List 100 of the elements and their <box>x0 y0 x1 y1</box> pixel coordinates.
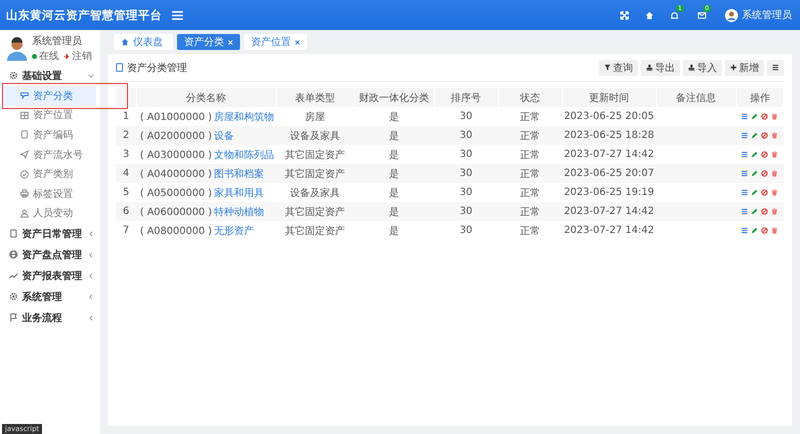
gear-icon <box>9 71 18 80</box>
category-code: ( A08000000 ) <box>140 226 212 236</box>
disable-icon[interactable] <box>761 170 768 177</box>
disable-icon[interactable] <box>761 226 768 234</box>
table-cell: 正常 <box>498 221 562 240</box>
trash-icon[interactable] <box>771 170 778 177</box>
menu-group[interactable]: 业务流程 <box>0 307 100 328</box>
table-cell: 30 <box>434 164 498 183</box>
logout-link[interactable]: 注销 <box>72 49 92 63</box>
pencil-icon[interactable] <box>751 132 758 139</box>
avatar-icon[interactable] <box>725 8 738 22</box>
list-icon[interactable] <box>741 132 748 139</box>
menu-group[interactable]: 资产盘点管理 <box>0 244 100 266</box>
column-header: 操作 <box>736 88 784 107</box>
category-link[interactable]: 设备 <box>214 130 234 142</box>
table-cell: 正常 <box>498 183 562 202</box>
category-link[interactable]: 文物和陈列品 <box>214 150 274 160</box>
toolbar-button[interactable]: 导出 <box>641 60 680 76</box>
table-cell: 是 <box>354 145 434 164</box>
category-link[interactable]: 房屋和构筑物 <box>214 112 274 122</box>
pencil-icon[interactable] <box>751 170 758 177</box>
category-link[interactable]: 无形资产 <box>214 226 254 236</box>
table-cell: 2023-07-27 14:42 <box>562 145 656 164</box>
pencil-icon[interactable] <box>751 208 758 215</box>
chevron-left-icon <box>88 230 94 237</box>
table-cell: 30 <box>434 183 498 202</box>
list-icon[interactable] <box>741 226 748 234</box>
menu-item[interactable]: 资产编码 <box>4 125 96 145</box>
list-icon[interactable] <box>741 188 748 196</box>
column-header: 排序号 <box>434 88 498 107</box>
trash-icon[interactable] <box>771 150 778 158</box>
menu-item[interactable]: 人员变动 <box>4 204 96 224</box>
menu-item[interactable]: 资产位置 <box>4 106 96 126</box>
category-code: ( A03000000 ) <box>140 150 212 160</box>
fullscreen-icon[interactable] <box>620 10 629 20</box>
row-number: 4 <box>116 164 136 183</box>
app-title: 山东黄河云资产智慧管理平台 <box>6 8 162 22</box>
online-dot-icon <box>32 54 37 58</box>
toolbar-button[interactable]: 查询 <box>599 60 638 76</box>
toolbar-button[interactable]: 导入 <box>683 60 722 76</box>
menu-item[interactable]: 资产类别 <box>4 164 96 184</box>
table-cell: 30 <box>434 202 498 221</box>
pencil-icon[interactable] <box>751 112 758 120</box>
document-icon <box>20 130 29 140</box>
toolbar-button[interactable]: 新增 <box>725 60 764 76</box>
menu-group[interactable]: 系统管理 <box>0 286 100 308</box>
list-icon[interactable] <box>741 112 748 120</box>
close-icon[interactable] <box>295 40 300 44</box>
menu-group[interactable]: 基础设置 <box>0 65 100 86</box>
tab[interactable]: 资产位置 <box>244 34 307 50</box>
bell-icon[interactable] <box>670 10 679 20</box>
person-icon <box>20 208 29 218</box>
trash-icon[interactable] <box>771 208 778 215</box>
row-number: 6 <box>116 202 136 221</box>
list-icon[interactable] <box>741 150 748 158</box>
table-cell: 其它固定资产 <box>276 221 354 240</box>
disable-icon[interactable] <box>761 208 768 215</box>
column-header: 更新时间 <box>562 88 656 107</box>
tab[interactable]: 仪表盘 <box>114 34 173 50</box>
user-name[interactable]: 系统管理员 <box>742 8 792 22</box>
column-header: 财政一体化分类 <box>354 88 434 107</box>
row-number: 7 <box>116 221 136 240</box>
trash-icon[interactable] <box>771 132 778 139</box>
pencil-icon[interactable] <box>751 188 758 196</box>
category-link[interactable]: 家具和用具 <box>214 188 264 198</box>
pencil-icon[interactable] <box>751 150 758 158</box>
disable-icon[interactable] <box>761 150 768 158</box>
category-link[interactable]: 特种动植物 <box>214 206 264 218</box>
menu-group[interactable]: 资产日常管理 <box>0 223 100 244</box>
menu-icon[interactable] <box>172 10 183 20</box>
category-code: ( A01000000 ) <box>140 112 212 122</box>
logout-icon[interactable] <box>64 54 70 58</box>
trash-icon[interactable] <box>771 226 778 234</box>
list-icon[interactable] <box>741 208 748 215</box>
menu-item[interactable]: 资产分类 <box>4 86 96 106</box>
home-icon[interactable] <box>645 10 654 20</box>
table-cell: 2023-07-27 14:42 <box>562 221 656 240</box>
tab[interactable]: 资产分类 <box>177 34 240 50</box>
menu-item[interactable]: 标签设置 <box>4 184 96 204</box>
category-link[interactable]: 图书和档案 <box>214 168 264 180</box>
printer-icon <box>20 189 29 198</box>
mail-icon[interactable] <box>697 10 707 20</box>
pencil-icon[interactable] <box>751 226 758 234</box>
home-icon <box>121 38 129 46</box>
trash-icon[interactable] <box>771 188 778 196</box>
menu-group[interactable]: 资产报表管理 <box>0 265 100 286</box>
table-cell: 2023-07-27 14:42 <box>562 202 656 221</box>
table-cell: 正常 <box>498 107 562 126</box>
disable-icon[interactable] <box>761 112 768 120</box>
disable-icon[interactable] <box>761 188 768 196</box>
flag-icon <box>9 313 18 322</box>
list-icon[interactable] <box>741 170 748 177</box>
globe-icon <box>9 250 18 260</box>
menu-item[interactable]: 资产流水号 <box>4 144 96 164</box>
disable-icon[interactable] <box>761 132 768 139</box>
table-cell: 正常 <box>498 145 562 164</box>
trash-icon[interactable] <box>771 112 778 120</box>
menu-button[interactable] <box>767 60 784 76</box>
chevron-left-icon <box>88 294 94 300</box>
avatar-icon <box>6 36 28 60</box>
